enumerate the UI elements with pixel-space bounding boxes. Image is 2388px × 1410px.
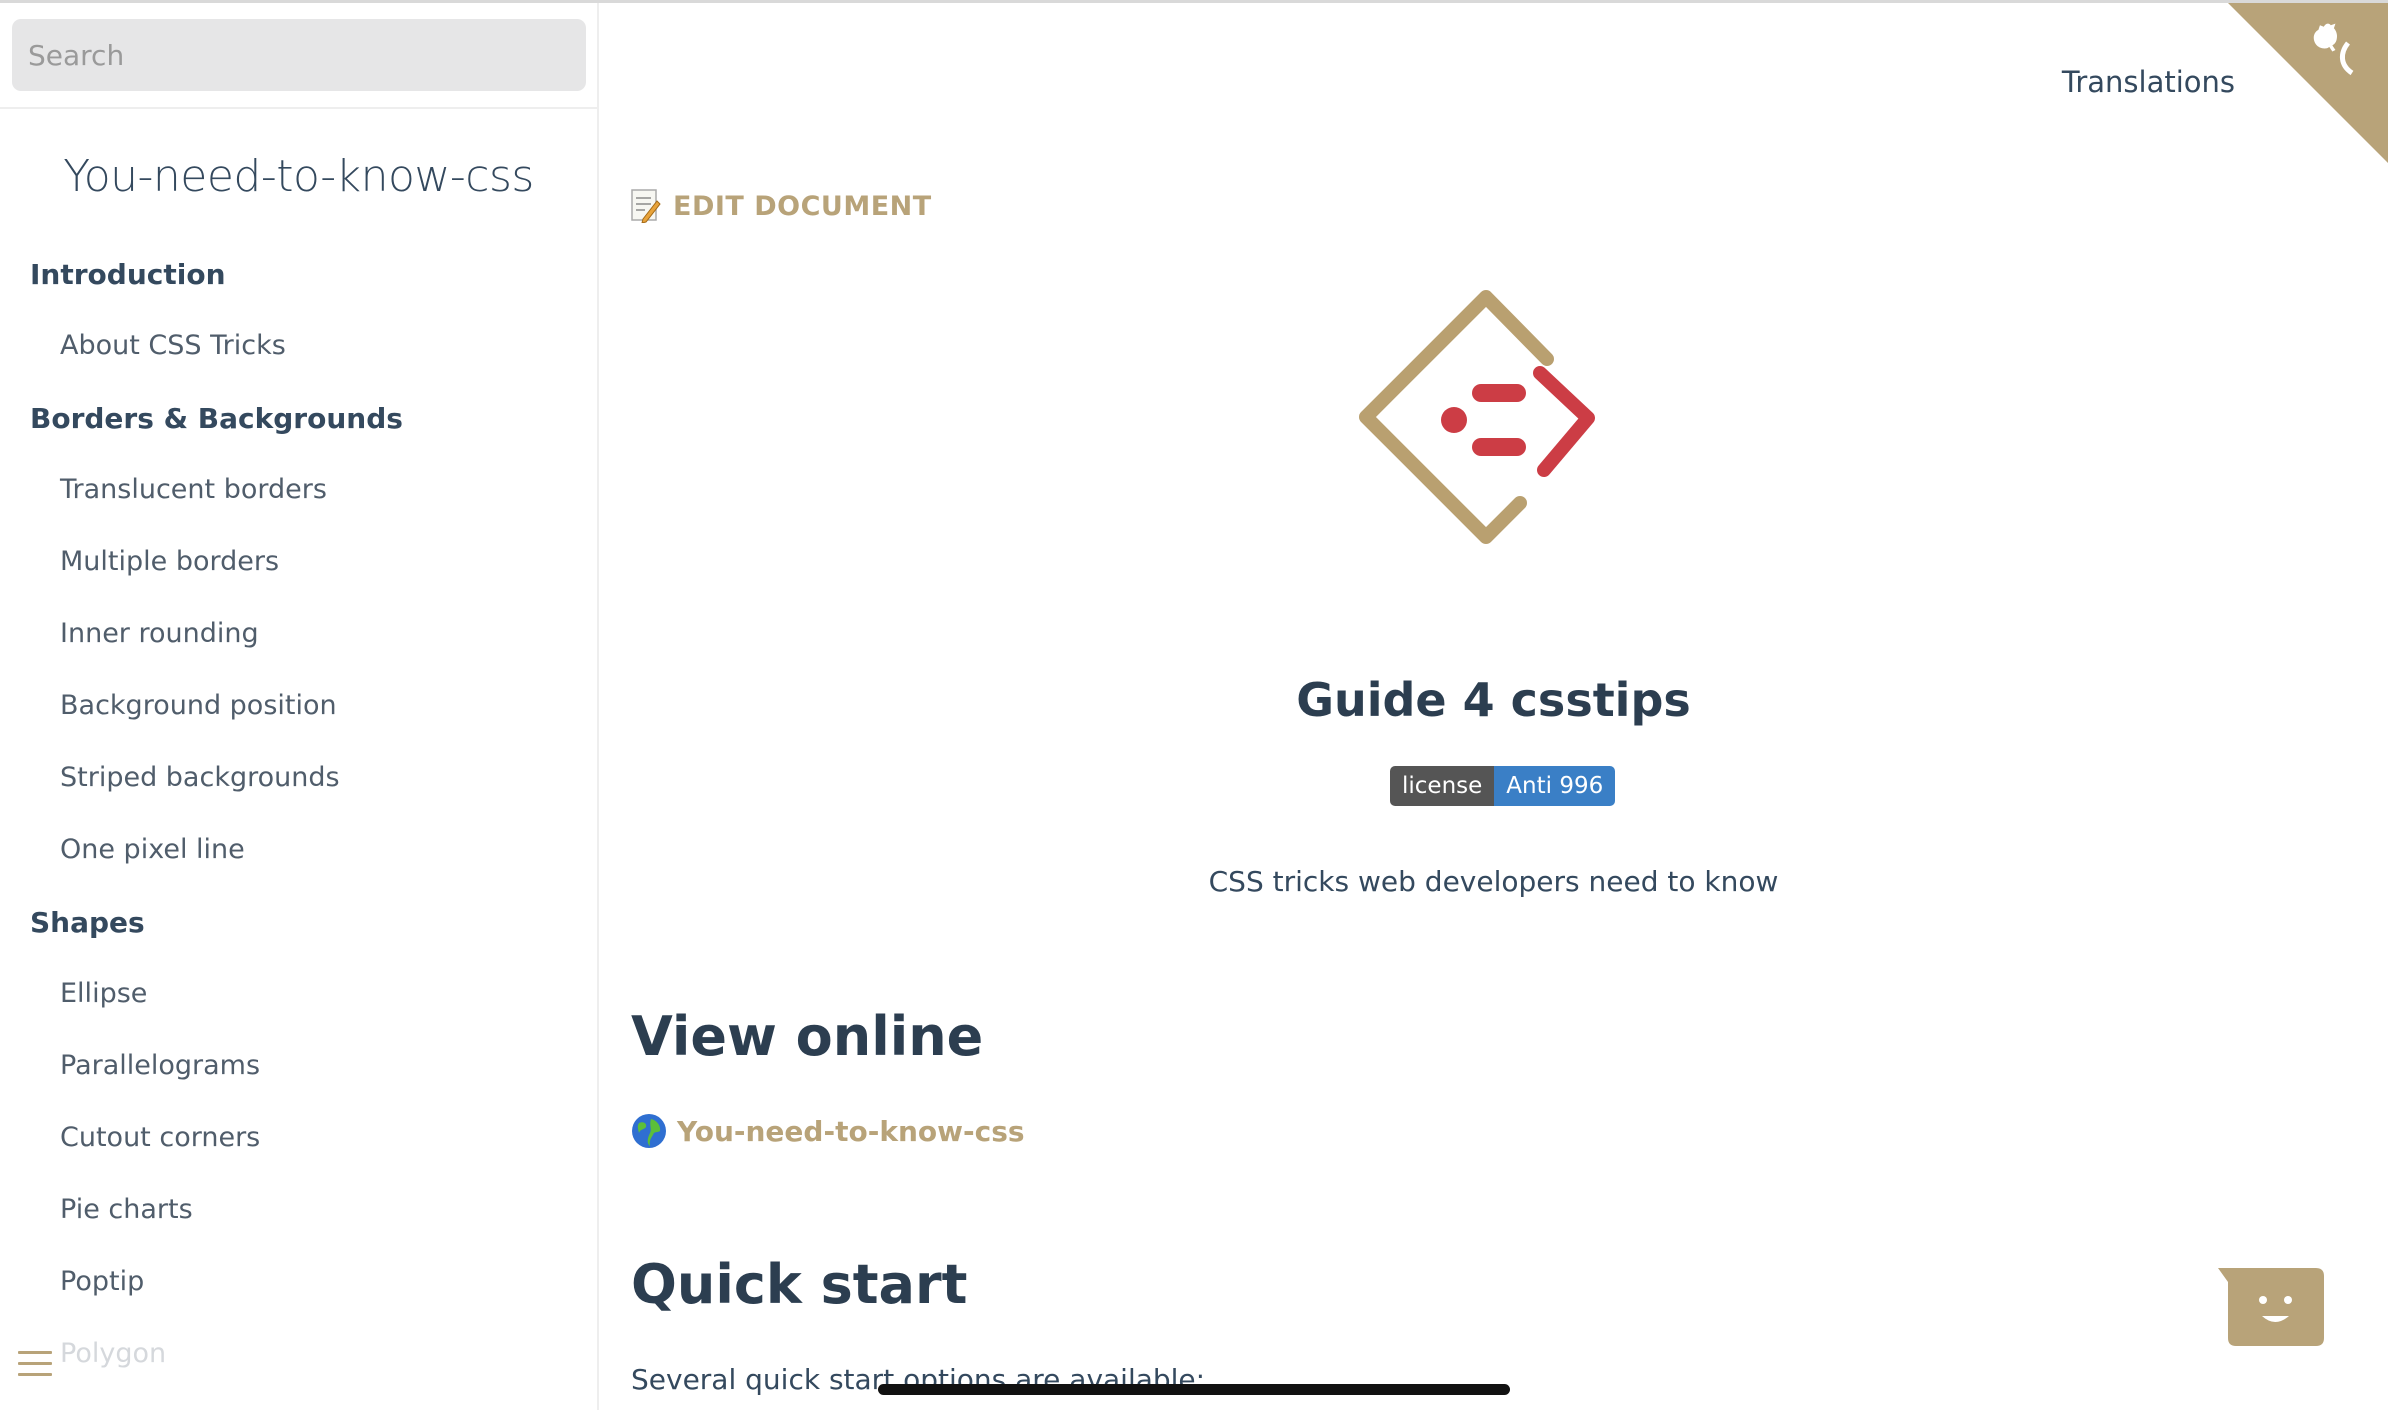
translations-link[interactable]: Translations — [2062, 65, 2235, 99]
globe-icon — [632, 1114, 666, 1148]
license-badge-value: Anti 996 — [1494, 766, 1616, 806]
edit-document-label: EDIT DOCUMENT — [673, 190, 932, 222]
search-bar — [0, 3, 597, 109]
tagline: CSS tricks web developers need to know — [1208, 865, 1779, 898]
sidebar-item-translucent-borders[interactable]: Translucent borders — [60, 474, 327, 505]
sidebar-item-ellipse[interactable]: Ellipse — [60, 978, 147, 1009]
sidebar-item-parallelograms[interactable]: Parallelograms — [60, 1050, 260, 1081]
sidebar-item-cutout-corners[interactable]: Cutout corners — [60, 1122, 260, 1153]
search-input[interactable] — [12, 19, 586, 91]
sidebar-item-multiple-borders[interactable]: Multiple borders — [60, 546, 279, 577]
sidebar-item-one-pixel-line[interactable]: One pixel line — [60, 834, 245, 865]
page-title: Guide 4 csstips — [1296, 673, 1691, 727]
sidebar: You-need-to-know-css Introduction About … — [0, 3, 599, 1410]
chat-bot-icon[interactable] — [2218, 1264, 2324, 1350]
sidebar-item-inner-rounding[interactable]: Inner rounding — [60, 618, 259, 649]
main-content: Translations EDIT DOCUMENT Guide 4 cssti… — [599, 3, 2388, 1410]
online-link-label: You-need-to-know-css — [677, 1114, 1025, 1148]
edit-document-link[interactable]: EDIT DOCUMENT — [631, 189, 932, 224]
heading-view-online: View online — [631, 1005, 984, 1068]
logo-icon — [1359, 290, 1595, 544]
sidebar-section-shapes[interactable]: Shapes — [30, 906, 145, 939]
heading-quick-start: Quick start — [631, 1253, 968, 1316]
sidebar-item-background-position[interactable]: Background position — [60, 690, 337, 721]
online-link[interactable]: You-need-to-know-css — [631, 1113, 1025, 1149]
sidebar-item-polygon[interactable]: Polygon — [60, 1338, 166, 1369]
sidebar-item-poptip[interactable]: Poptip — [60, 1266, 144, 1297]
github-corner-icon[interactable] — [2228, 3, 2388, 163]
home-indicator — [878, 1384, 1510, 1395]
sidebar-item-striped-backgrounds[interactable]: Striped backgrounds — [60, 762, 340, 793]
edit-document-icon — [631, 189, 661, 224]
sidebar-section-introduction[interactable]: Introduction — [30, 258, 226, 291]
app-name[interactable]: You-need-to-know-css — [0, 151, 597, 202]
menu-icon[interactable] — [18, 1351, 52, 1381]
license-badge[interactable]: license Anti 996 — [1390, 766, 1616, 806]
sidebar-item-about-css-tricks[interactable]: About CSS Tricks — [60, 330, 286, 361]
sidebar-item-pie-charts[interactable]: Pie charts — [60, 1194, 193, 1225]
license-badge-label: license — [1390, 766, 1495, 806]
sidebar-section-borders-backgrounds[interactable]: Borders & Backgrounds — [30, 402, 403, 435]
